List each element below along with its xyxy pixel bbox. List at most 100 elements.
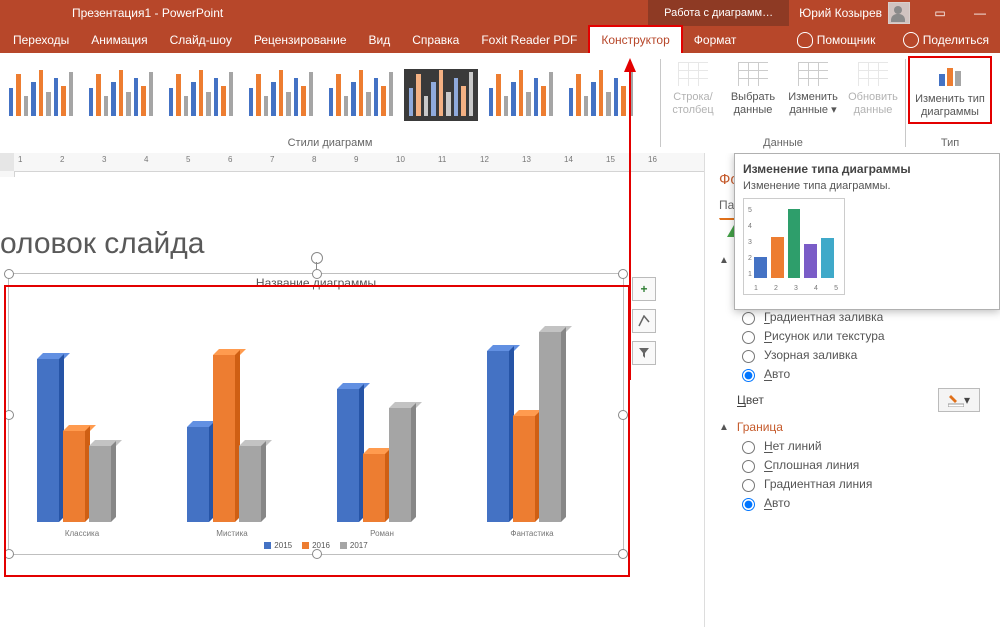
contextual-tab-label: Работа с диаграмм… bbox=[648, 0, 789, 26]
line-none-option[interactable]: Нет линий bbox=[737, 438, 986, 454]
avatar-icon bbox=[888, 2, 910, 24]
group-label-type: Тип bbox=[941, 137, 959, 153]
tab-transitions[interactable]: Переходы bbox=[2, 26, 80, 53]
tab-review[interactable]: Рецензирование bbox=[243, 26, 358, 53]
resize-handle[interactable] bbox=[312, 549, 322, 559]
document-title: Презентация1 - PowerPoint bbox=[0, 6, 648, 20]
tab-view[interactable]: Вид bbox=[358, 26, 402, 53]
switch-row-col-button: Строка/ столбец bbox=[663, 56, 723, 120]
group-label-data: Данные bbox=[763, 137, 803, 153]
change-chart-type-tooltip: Изменение типа диаграммы Изменение типа … bbox=[734, 153, 1000, 310]
tab-designer[interactable]: Конструктор bbox=[588, 25, 682, 53]
edit-data-button[interactable]: Изменить данные ▾ bbox=[783, 56, 843, 120]
type-group: Изменить тип диаграммы Тип bbox=[906, 53, 994, 153]
chart-elements-button[interactable]: + bbox=[632, 277, 656, 301]
fill-picture-option[interactable]: Рисунок или текстура bbox=[737, 328, 986, 344]
bulb-icon bbox=[797, 32, 813, 48]
chart-bar[interactable] bbox=[187, 427, 209, 522]
ruler-horizontal: 12345678910111213141516 bbox=[0, 153, 704, 172]
format-pane: Фо Пара ▲З Нет заливки Сплошная заливка … bbox=[704, 153, 1000, 627]
chart-style-thumb[interactable] bbox=[404, 69, 478, 121]
chart-style-thumb[interactable] bbox=[84, 69, 158, 121]
resize-handle[interactable] bbox=[618, 269, 628, 279]
chart-style-thumb[interactable] bbox=[324, 69, 398, 121]
chart-filters-button[interactable] bbox=[632, 341, 656, 365]
chart-style-thumb[interactable] bbox=[244, 69, 318, 121]
refresh-data-button: Обновить данные bbox=[843, 56, 903, 120]
account-user[interactable]: Юрий Козырев bbox=[789, 2, 920, 24]
chart-type-icon bbox=[933, 62, 967, 90]
chart-bar[interactable] bbox=[337, 389, 359, 522]
legend-item[interactable]: 2017 bbox=[340, 541, 368, 550]
tab-animation[interactable]: Анимация bbox=[80, 26, 158, 53]
data-group: Строка/ столбец Выбрать данные Изменить … bbox=[661, 53, 905, 153]
fill-auto-option[interactable]: Авто bbox=[737, 366, 986, 382]
chart-category-label: Роман bbox=[337, 529, 427, 538]
resize-handle[interactable] bbox=[618, 410, 628, 420]
chart-styles-gallery[interactable] bbox=[0, 53, 660, 137]
chart-bar[interactable] bbox=[63, 431, 85, 522]
chart-style-thumb[interactable] bbox=[484, 69, 558, 121]
slide-canvas[interactable]: оловок слайда Название диаграммы Классик… bbox=[0, 177, 704, 627]
grid-icon bbox=[738, 62, 768, 86]
chart-bar[interactable] bbox=[513, 416, 535, 522]
rotate-handle[interactable] bbox=[311, 252, 323, 264]
resize-handle[interactable] bbox=[4, 269, 14, 279]
chart-styles-button[interactable] bbox=[632, 309, 656, 333]
line-gradient-option[interactable]: Градиентная линия bbox=[737, 476, 986, 492]
chart-bar[interactable] bbox=[37, 359, 59, 522]
chart-style-thumb[interactable] bbox=[164, 69, 238, 121]
chart-style-thumb[interactable] bbox=[4, 69, 78, 121]
chart-category-label: Классика bbox=[37, 529, 127, 538]
chart-legend[interactable]: 2015 2016 2017 bbox=[9, 541, 623, 550]
tell-me-button[interactable]: Помощник bbox=[786, 32, 886, 48]
chart-object[interactable]: Название диаграммы КлассикаМистикаРоманФ… bbox=[8, 273, 624, 555]
grid-icon bbox=[858, 62, 888, 86]
chart-bar[interactable] bbox=[487, 351, 509, 522]
line-auto-option[interactable]: Авто bbox=[737, 495, 986, 511]
ribbon-tabs: Переходы Анимация Слайд-шоу Рецензирован… bbox=[0, 26, 1000, 53]
chart-plot-area[interactable]: КлассикаМистикаРоманФантастика bbox=[17, 294, 615, 522]
chart-bar[interactable] bbox=[213, 355, 235, 522]
slide-editor[interactable]: 12345678910111213141516 оловок слайда На… bbox=[0, 153, 704, 627]
resize-handle[interactable] bbox=[4, 410, 14, 420]
chart-bar[interactable] bbox=[539, 332, 561, 522]
chart-style-thumb[interactable] bbox=[564, 69, 638, 121]
chart-bar[interactable] bbox=[89, 446, 111, 522]
chart-bar[interactable] bbox=[239, 446, 261, 522]
grid-icon bbox=[678, 62, 708, 86]
share-button[interactable]: Поделиться bbox=[892, 32, 1000, 48]
border-section-header[interactable]: ▲Граница bbox=[719, 420, 986, 434]
tab-slideshow[interactable]: Слайд-шоу bbox=[159, 26, 243, 53]
tooltip-preview: 54321 12345 bbox=[743, 198, 845, 295]
minimize-button[interactable]: — bbox=[960, 0, 1000, 26]
chart-flyout-tools: + bbox=[632, 277, 656, 365]
group-label-styles: Стили диаграмм bbox=[0, 137, 660, 153]
ribbon: Стили диаграмм Строка/ столбец Выбрать д… bbox=[0, 53, 1000, 154]
tooltip-title: Изменение типа диаграммы bbox=[743, 162, 991, 176]
line-solid-option[interactable]: Сплошная линия bbox=[737, 457, 986, 473]
chart-category-label: Мистика bbox=[187, 529, 277, 538]
resize-handle[interactable] bbox=[618, 549, 628, 559]
tab-foxit[interactable]: Foxit Reader PDF bbox=[470, 26, 588, 53]
resize-handle[interactable] bbox=[312, 269, 322, 279]
legend-item[interactable]: 2016 bbox=[302, 541, 330, 550]
select-data-button[interactable]: Выбрать данные bbox=[723, 56, 783, 120]
chart-category-label: Фантастика bbox=[487, 529, 577, 538]
tab-format[interactable]: Формат bbox=[683, 26, 748, 53]
slide-title-placeholder[interactable]: оловок слайда bbox=[0, 227, 204, 261]
chart-styles-group: Стили диаграмм bbox=[0, 53, 660, 153]
grid-icon bbox=[798, 62, 828, 86]
tab-help[interactable]: Справка bbox=[401, 26, 470, 53]
change-chart-type-button[interactable]: Изменить тип диаграммы bbox=[908, 56, 992, 124]
fill-color-label: Цвет bbox=[737, 393, 764, 407]
chart-bar[interactable] bbox=[389, 408, 411, 522]
resize-handle[interactable] bbox=[4, 549, 14, 559]
fill-pattern-option[interactable]: Узорная заливка bbox=[737, 347, 986, 363]
fill-color-button[interactable]: ▾ bbox=[938, 388, 980, 412]
tooltip-desc: Изменение типа диаграммы. bbox=[743, 180, 991, 192]
legend-item[interactable]: 2015 bbox=[264, 541, 292, 550]
chart-bar[interactable] bbox=[363, 454, 385, 522]
fill-gradient-option[interactable]: Градиентная заливка bbox=[737, 309, 986, 325]
ribbon-options-button[interactable]: ▭ bbox=[920, 0, 960, 26]
